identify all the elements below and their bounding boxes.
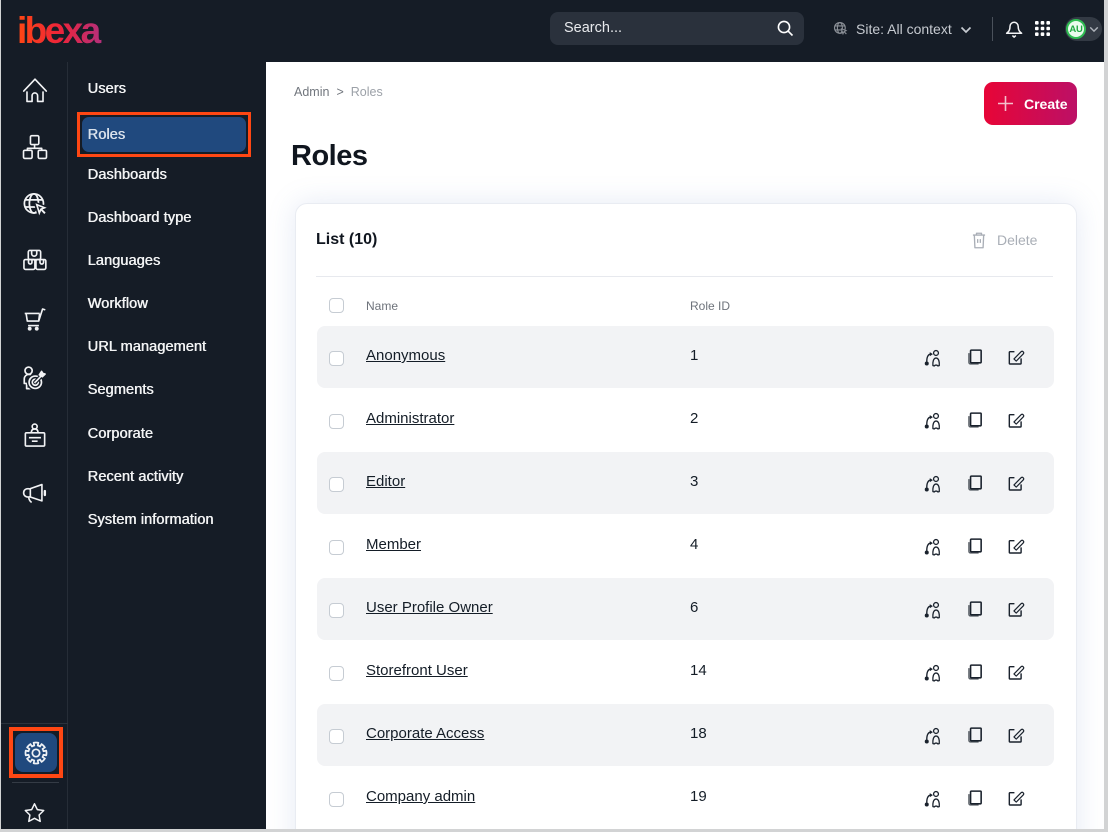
svg-text:ibexa: ibexa [18, 11, 102, 51]
